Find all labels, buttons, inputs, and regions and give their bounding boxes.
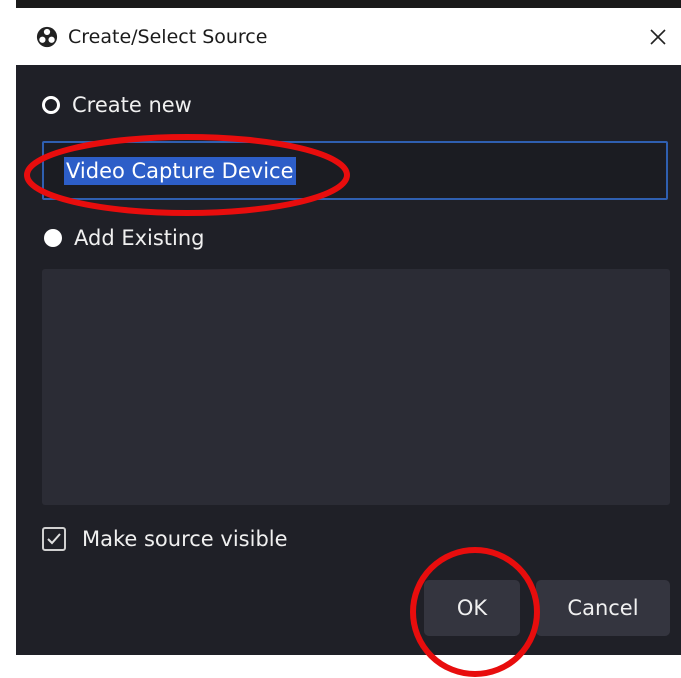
screenshot-stage: Create/Select Source Create new Video Ca… bbox=[0, 0, 681, 678]
source-name-input[interactable]: Video Capture Device bbox=[42, 141, 668, 200]
checkbox-checked-icon bbox=[42, 527, 66, 551]
obs-logo-icon bbox=[36, 26, 58, 48]
create-new-label: Create new bbox=[72, 93, 192, 117]
window-title: Create/Select Source bbox=[68, 26, 268, 48]
title-bar: Create/Select Source bbox=[16, 8, 681, 65]
ok-button[interactable]: OK bbox=[424, 580, 520, 636]
top-edge bbox=[16, 0, 681, 8]
add-existing-label: Add Existing bbox=[74, 226, 205, 250]
radio-unchecked-icon bbox=[42, 96, 60, 114]
radio-checked-icon bbox=[44, 229, 62, 247]
add-existing-radio[interactable]: Add Existing bbox=[44, 226, 205, 250]
make-visible-label: Make source visible bbox=[82, 527, 288, 551]
make-visible-checkbox[interactable]: Make source visible bbox=[42, 527, 288, 551]
cancel-button[interactable]: Cancel bbox=[536, 580, 670, 636]
dialog-body: Create new Video Capture Device Add Exis… bbox=[16, 65, 681, 655]
close-icon[interactable] bbox=[641, 20, 675, 54]
create-new-radio[interactable]: Create new bbox=[42, 93, 192, 117]
existing-sources-list[interactable] bbox=[42, 269, 670, 505]
source-name-value: Video Capture Device bbox=[64, 157, 296, 185]
